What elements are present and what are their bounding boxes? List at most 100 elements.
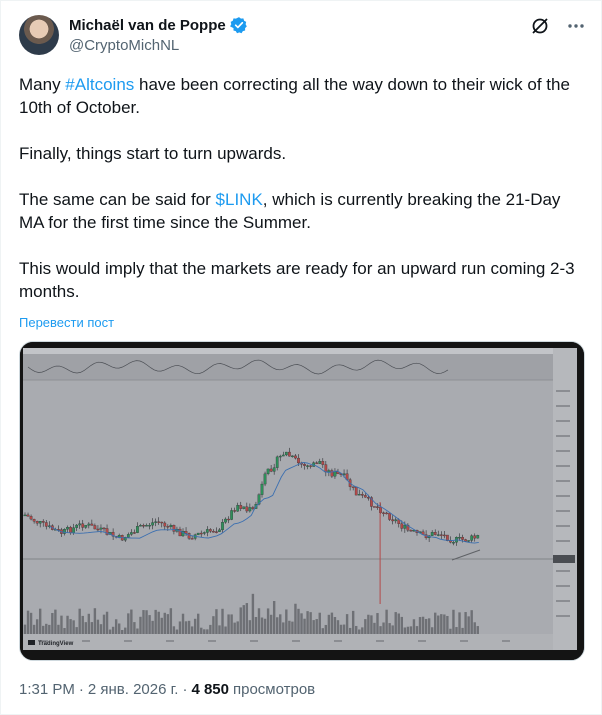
volume-bar — [181, 613, 185, 634]
candle-body — [452, 542, 455, 544]
volume-bar — [282, 622, 285, 634]
price-axis — [553, 348, 577, 650]
avatar[interactable] — [19, 15, 59, 55]
volume-bar — [421, 616, 425, 634]
candle-body — [278, 455, 282, 458]
candle-body — [266, 468, 270, 475]
volume-bar — [309, 612, 312, 634]
candle-body — [464, 539, 467, 542]
candle-body — [476, 535, 480, 539]
candle-body — [102, 527, 106, 530]
volume-bar — [239, 607, 242, 634]
volume-bar — [327, 614, 331, 634]
candle-body — [209, 529, 212, 532]
chart-image[interactable]: TradingView — [19, 341, 585, 661]
candle-body — [367, 497, 370, 499]
tweet-paragraph-4: This would imply that the markets are re… — [19, 259, 575, 301]
translate-post-link[interactable]: Перевести пост — [19, 315, 114, 330]
candle-body — [32, 518, 36, 522]
candle-body — [318, 461, 322, 464]
volume-bar — [203, 629, 206, 634]
tweet-time[interactable]: 1:31 PM — [19, 681, 75, 698]
candle-body — [23, 514, 27, 517]
volume-bar — [400, 616, 403, 634]
volume-bar — [197, 613, 200, 634]
volume-bar — [29, 612, 33, 634]
volume-bar — [373, 622, 376, 634]
candle-body — [315, 462, 319, 464]
volume-bar — [473, 622, 476, 634]
candle-body — [461, 537, 464, 540]
author-display-name[interactable]: Michaël van de Poppe — [69, 17, 226, 34]
author-handle[interactable]: @CryptoMichNL — [69, 37, 179, 54]
volume-bar — [394, 612, 397, 634]
views-label: просмотров — [233, 681, 316, 698]
candle-body — [26, 514, 30, 517]
candle-body — [93, 525, 97, 530]
volume-bar — [412, 619, 416, 634]
volume-bar — [72, 620, 75, 634]
price-axis-tick — [556, 450, 570, 452]
tradingview-watermark: TradingView — [38, 641, 74, 647]
candle-body — [99, 527, 103, 530]
volume-bar — [476, 626, 479, 634]
chart-header-strip — [23, 348, 577, 354]
candle-body — [202, 532, 206, 534]
grok-icon[interactable] — [529, 15, 551, 37]
volume-bar — [190, 626, 194, 634]
candle-body — [470, 535, 474, 541]
tweet-text: Many #Altcoins have been correcting all … — [19, 73, 585, 303]
candle-body — [187, 533, 191, 539]
top-actions — [529, 15, 587, 37]
candle-body — [233, 510, 237, 512]
volume-bar — [108, 629, 112, 634]
candle-body — [382, 512, 385, 514]
candle-body — [449, 540, 452, 543]
price-axis-tick — [556, 435, 570, 437]
volume-bar — [461, 627, 464, 634]
volume-bar — [166, 614, 170, 634]
volume-bar — [449, 628, 452, 634]
candle-body — [157, 521, 161, 523]
volume-bar — [367, 614, 370, 634]
volume-bar — [212, 616, 215, 634]
volume-bar — [69, 619, 72, 634]
price-axis-tick — [556, 525, 570, 527]
volume-bar — [345, 614, 349, 634]
more-icon[interactable] — [565, 15, 587, 37]
cashtag-link[interactable]: $LINK — [216, 190, 263, 209]
volume-bar — [66, 615, 69, 634]
volume-bar — [382, 622, 385, 634]
volume-bar — [260, 617, 264, 634]
volume-bar — [361, 627, 364, 634]
candle-body — [275, 456, 279, 468]
volume-bar — [218, 625, 221, 634]
tweet-date[interactable]: 2 янв. 2026 г. — [88, 681, 179, 698]
volume-bar — [206, 629, 209, 634]
hashtag-link[interactable]: #Altcoins — [65, 75, 134, 94]
volume-bar — [409, 626, 413, 634]
tweet-paragraph-1: Many #Altcoins have been correcting all … — [19, 73, 585, 119]
candle-body — [227, 518, 230, 521]
views-count: 4 850 — [191, 681, 229, 698]
volume-bar — [297, 608, 300, 634]
volume-bar — [233, 622, 236, 634]
volume-bar — [242, 605, 245, 634]
candle-body — [357, 494, 361, 496]
candle-body — [221, 522, 224, 531]
volume-bar — [114, 619, 118, 634]
verified-badge-icon[interactable] — [229, 16, 248, 34]
volume-bar — [424, 618, 428, 634]
volume-bar — [351, 610, 355, 634]
candle-body — [87, 523, 91, 526]
volume-bar — [288, 620, 291, 634]
volume-bar — [96, 619, 100, 634]
volume-bar — [136, 628, 139, 634]
candle-body — [90, 523, 94, 526]
candle-body — [239, 505, 243, 509]
candle-body — [196, 532, 200, 535]
tweet-card: Michaël van de Poppe @CryptoMichNL Many … — [0, 0, 602, 715]
candle-body — [212, 531, 215, 533]
volume-bar — [306, 611, 309, 634]
candle-body — [473, 535, 477, 539]
